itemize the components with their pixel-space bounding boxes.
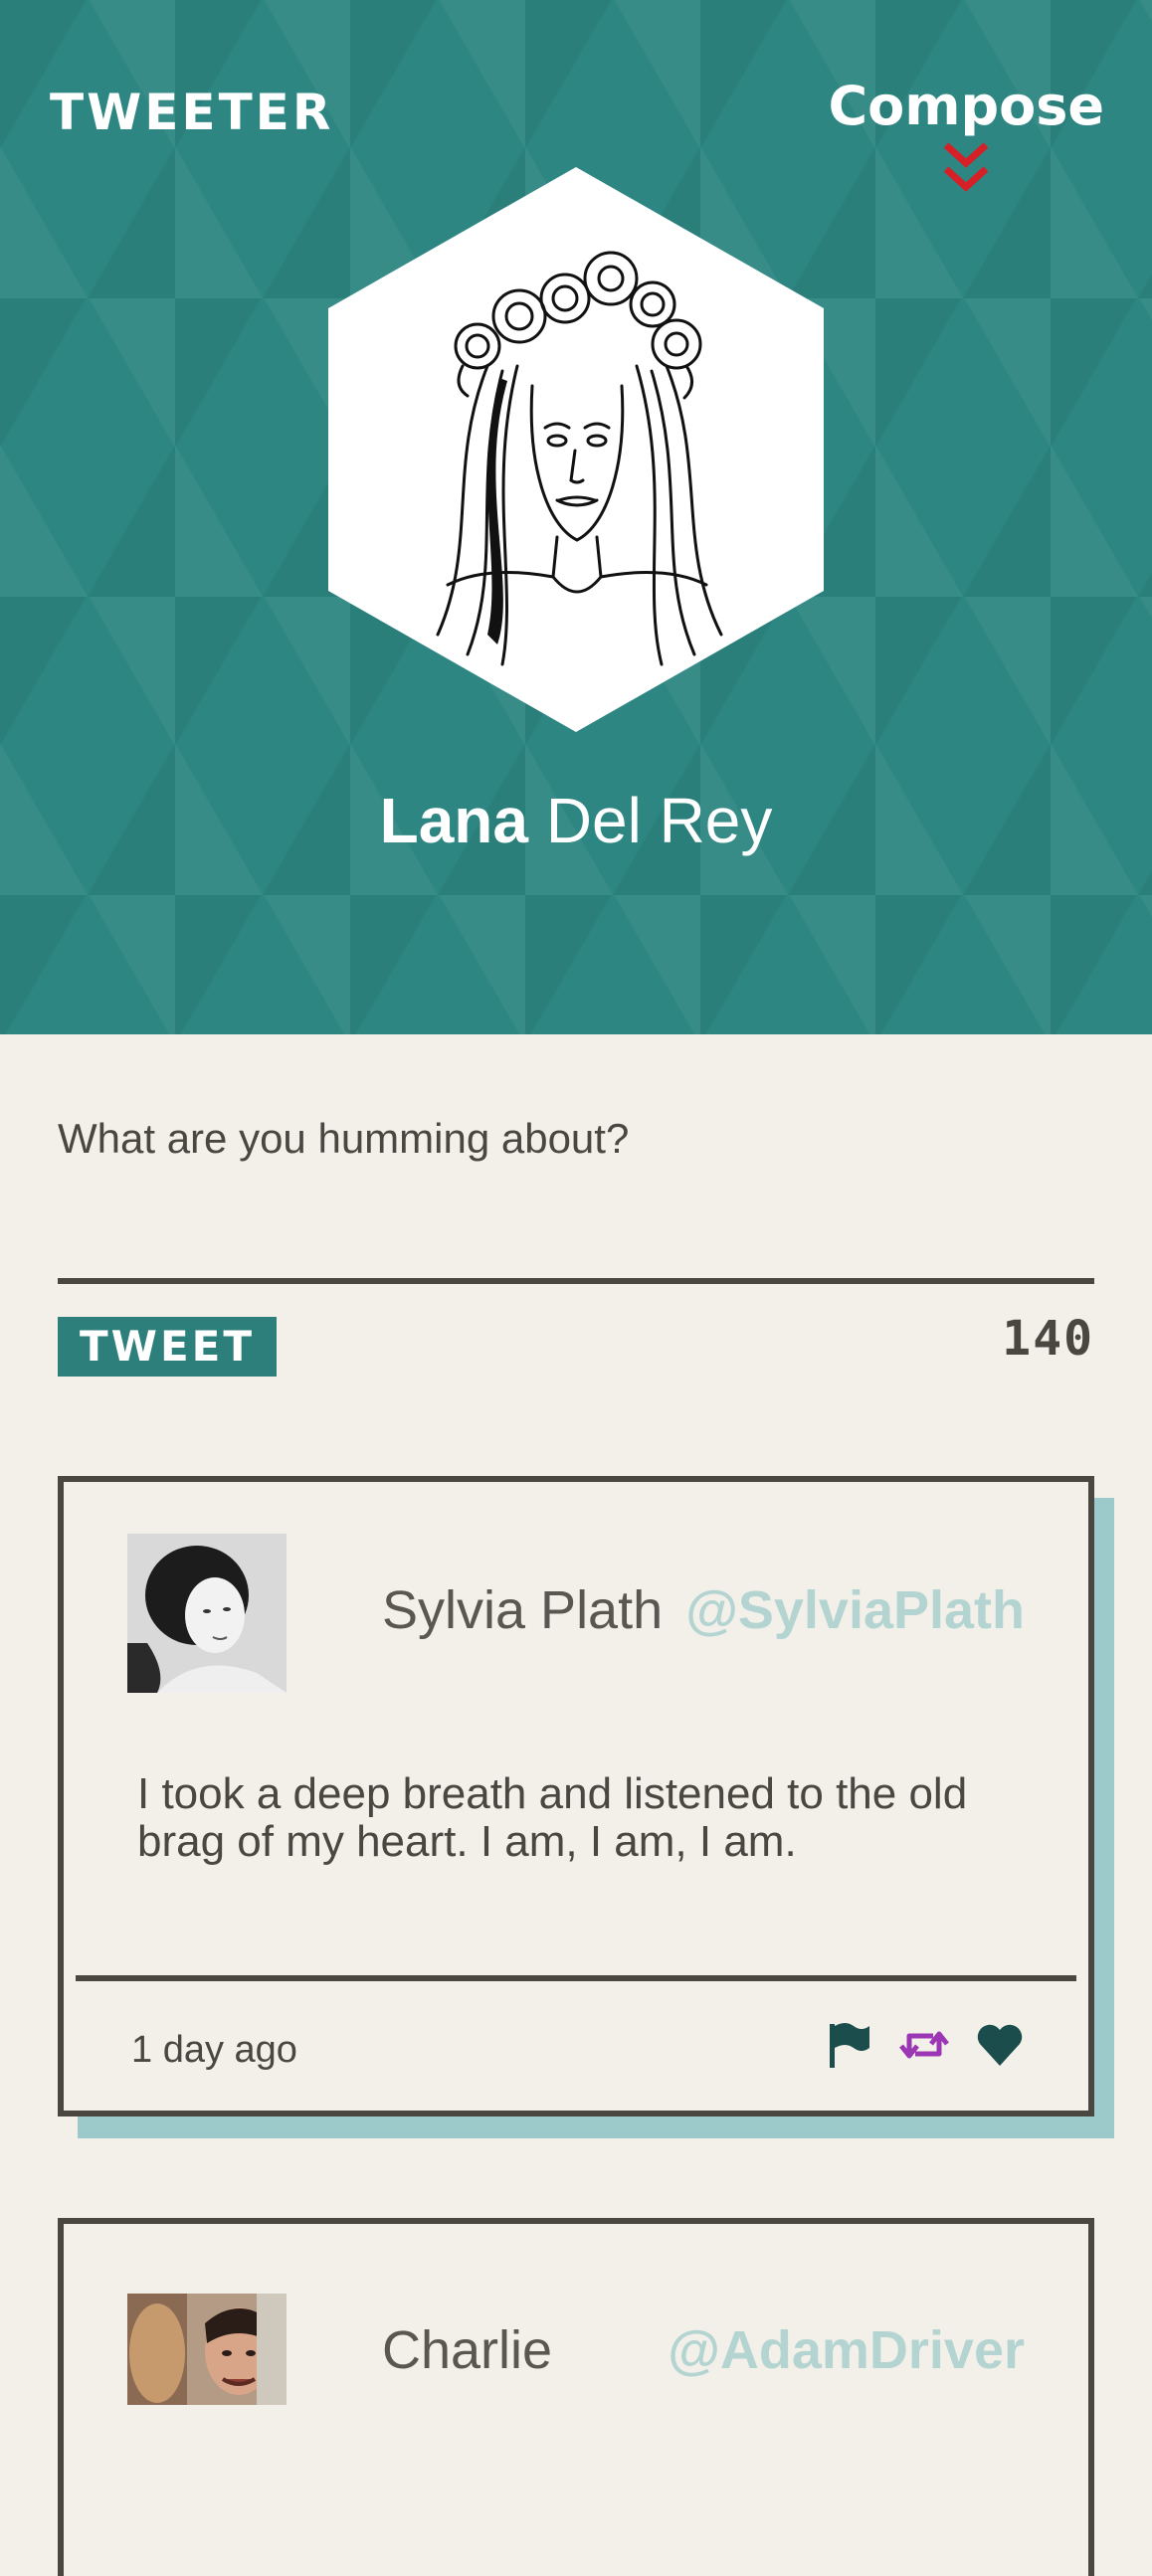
profile-first-name: Lana — [379, 785, 528, 856]
tweet-card: Charlie @AdamDriver — [58, 2218, 1094, 2576]
tweet-button[interactable]: TWEET — [58, 1317, 277, 1377]
tweet-divider — [76, 1975, 1076, 1981]
composer-divider — [58, 1278, 1094, 1284]
tweet-compose-input[interactable] — [58, 1104, 1094, 1174]
tweet-actions — [824, 2015, 1025, 2075]
tweet-user-name[interactable]: Sylvia Plath — [382, 1579, 663, 1641]
app-logo[interactable]: TWEETER — [50, 88, 333, 137]
character-counter: 140 — [1002, 1311, 1094, 1367]
profile-avatar — [328, 167, 824, 732]
flag-icon[interactable] — [824, 2020, 873, 2070]
profile-name: Lana Del Rey — [0, 786, 1152, 855]
retweet-icon[interactable] — [899, 2020, 949, 2070]
tweet-user-name[interactable]: Charlie — [382, 2319, 552, 2381]
profile-header: TWEETER Compose Lana Del Rey — [0, 0, 1152, 1034]
compose-button[interactable]: Compose — [828, 80, 1104, 197]
tweet-text: I took a deep breath and listened to the… — [137, 1769, 968, 1866]
user-avatar[interactable] — [127, 2294, 287, 2405]
tweet-user-handle[interactable]: @SylviaPlath — [685, 1579, 1025, 1641]
chevron-down-icon — [943, 142, 989, 192]
heart-icon[interactable] — [975, 2020, 1025, 2070]
tweet-timestamp: 1 day ago — [131, 2029, 297, 2071]
profile-last-name: Del Rey — [545, 785, 773, 856]
compose-label: Compose — [828, 75, 1104, 137]
tweet-card: Sylvia Plath @SylviaPlath I took a deep … — [58, 1476, 1094, 2116]
tweet-user-handle[interactable]: @AdamDriver — [668, 2319, 1025, 2381]
user-avatar[interactable] — [127, 1534, 287, 1693]
